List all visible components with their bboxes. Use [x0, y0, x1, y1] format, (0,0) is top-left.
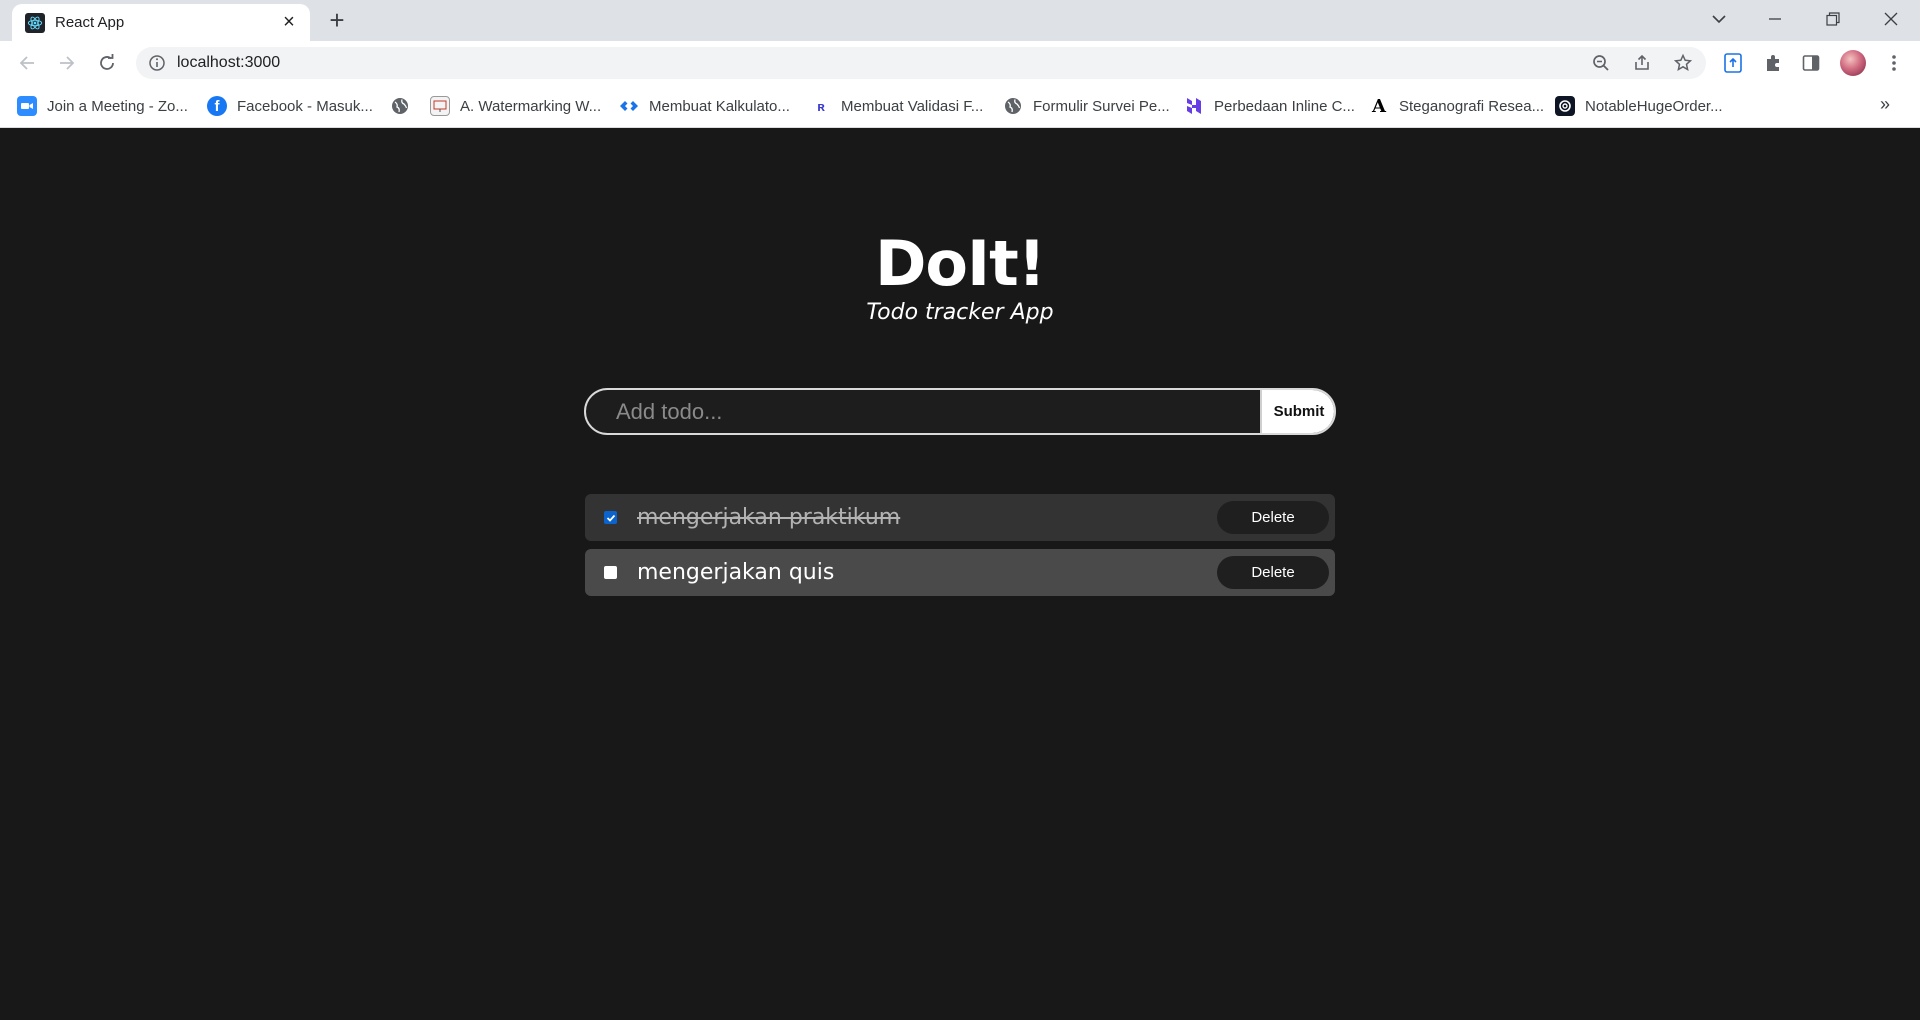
bookmark-steganografi[interactable]: A Steganografi Resea...: [1369, 95, 1544, 117]
profile-avatar[interactable]: [1840, 50, 1866, 76]
todo-text: mengerjakan quis: [637, 560, 835, 585]
close-window-icon[interactable]: [1868, 0, 1914, 38]
add-todo-input[interactable]: [586, 390, 1260, 433]
restore-icon[interactable]: [1810, 0, 1856, 38]
hostinger-icon: [1184, 96, 1204, 116]
delete-button[interactable]: Delete: [1217, 501, 1329, 534]
tab-title: React App: [55, 14, 125, 31]
star-icon[interactable]: [1673, 53, 1693, 73]
bookmark-label: Perbedaan Inline C...: [1214, 97, 1355, 115]
facebook-icon: f: [207, 96, 227, 116]
forward-arrow-icon[interactable]: [53, 49, 81, 77]
diamond-icon: [619, 96, 639, 116]
browser-tab[interactable]: React App ×: [12, 4, 310, 41]
font-icon: ʀ: [817, 98, 825, 114]
app-title: DoIt!: [874, 227, 1046, 300]
submit-button[interactable]: Submit: [1260, 390, 1334, 433]
tab-strip: React App × +: [0, 0, 1920, 41]
close-tab-icon[interactable]: ×: [278, 11, 300, 33]
bookmark-zoom[interactable]: Join a Meeting - Zo...: [17, 95, 188, 117]
bookmark-label: Join a Meeting - Zo...: [47, 97, 188, 115]
todo-item: mengerjakan praktikum Delete: [585, 494, 1335, 541]
todo-checkbox[interactable]: [604, 511, 617, 524]
url-text: localhost:3000: [177, 54, 281, 71]
back-arrow-icon[interactable]: [13, 49, 41, 77]
minimize-icon[interactable]: [1752, 0, 1798, 38]
delete-button[interactable]: Delete: [1217, 556, 1329, 589]
menu-kebab-icon[interactable]: [1883, 52, 1905, 74]
todo-list: mengerjakan praktikum Delete mengerjakan…: [585, 494, 1335, 604]
bookmark-label: Formulir Survei Pe...: [1033, 97, 1170, 115]
bookmark-kalkulator[interactable]: Membuat Kalkulato...: [619, 95, 790, 117]
extension-upload-icon[interactable]: [1722, 52, 1744, 74]
bookmark-formulir[interactable]: Formulir Survei Pe...: [1003, 95, 1170, 117]
bookmark-globe[interactable]: [390, 95, 410, 117]
bookmark-label: Membuat Kalkulato...: [649, 97, 790, 115]
share-icon[interactable]: [1632, 53, 1652, 73]
bookmark-perbedaan[interactable]: Perbedaan Inline C...: [1184, 95, 1355, 117]
bookmark-label: Steganografi Resea...: [1399, 97, 1545, 115]
app-subtitle: Todo tracker App: [866, 300, 1054, 325]
bookmark-label: NotableHugeOrder...: [1585, 97, 1723, 115]
slides-icon: [430, 96, 450, 116]
globe-icon: [390, 96, 410, 116]
bookmark-label: Facebook - Masuk...: [237, 97, 373, 115]
todo-item: mengerjakan quis Delete: [585, 549, 1335, 596]
zoom-icon[interactable]: [1591, 53, 1611, 73]
browser-toolbar: localhost:3000: [0, 41, 1920, 84]
reload-icon[interactable]: [93, 49, 121, 77]
bookmark-label: A. Watermarking W...: [460, 97, 602, 115]
more-bookmarks-icon[interactable]: »: [1880, 94, 1890, 115]
bookmark-replit[interactable]: NotableHugeOrder...: [1555, 95, 1723, 117]
globe-icon: [1003, 96, 1023, 116]
bookmark-facebook[interactable]: f Facebook - Masuk...: [207, 95, 373, 117]
letter-a-icon: A: [1372, 95, 1386, 117]
site-info-icon[interactable]: [148, 54, 166, 72]
zoom-icon: [17, 96, 37, 116]
react-logo-icon: [25, 13, 45, 33]
bookmark-validasi[interactable]: ʀ Membuat Validasi F...: [811, 95, 983, 117]
todo-checkbox[interactable]: [604, 566, 617, 579]
todo-text: mengerjakan praktikum: [637, 505, 901, 530]
bookmark-label: Membuat Validasi F...: [841, 97, 984, 115]
bookmarks-bar: Join a Meeting - Zo... f Facebook - Masu…: [0, 84, 1920, 128]
bookmark-watermarking[interactable]: A. Watermarking W...: [430, 95, 601, 117]
add-todo-form: Submit: [584, 388, 1336, 435]
app-root: DoIt! Todo tracker App Submit mengerjaka…: [0, 129, 1920, 1020]
replit-icon: [1555, 96, 1575, 116]
address-bar[interactable]: localhost:3000: [136, 47, 1706, 79]
side-panel-icon[interactable]: [1800, 52, 1822, 74]
extensions-puzzle-icon[interactable]: [1762, 52, 1784, 74]
tab-search-icon[interactable]: [1696, 0, 1742, 38]
new-tab-button[interactable]: +: [322, 7, 352, 34]
